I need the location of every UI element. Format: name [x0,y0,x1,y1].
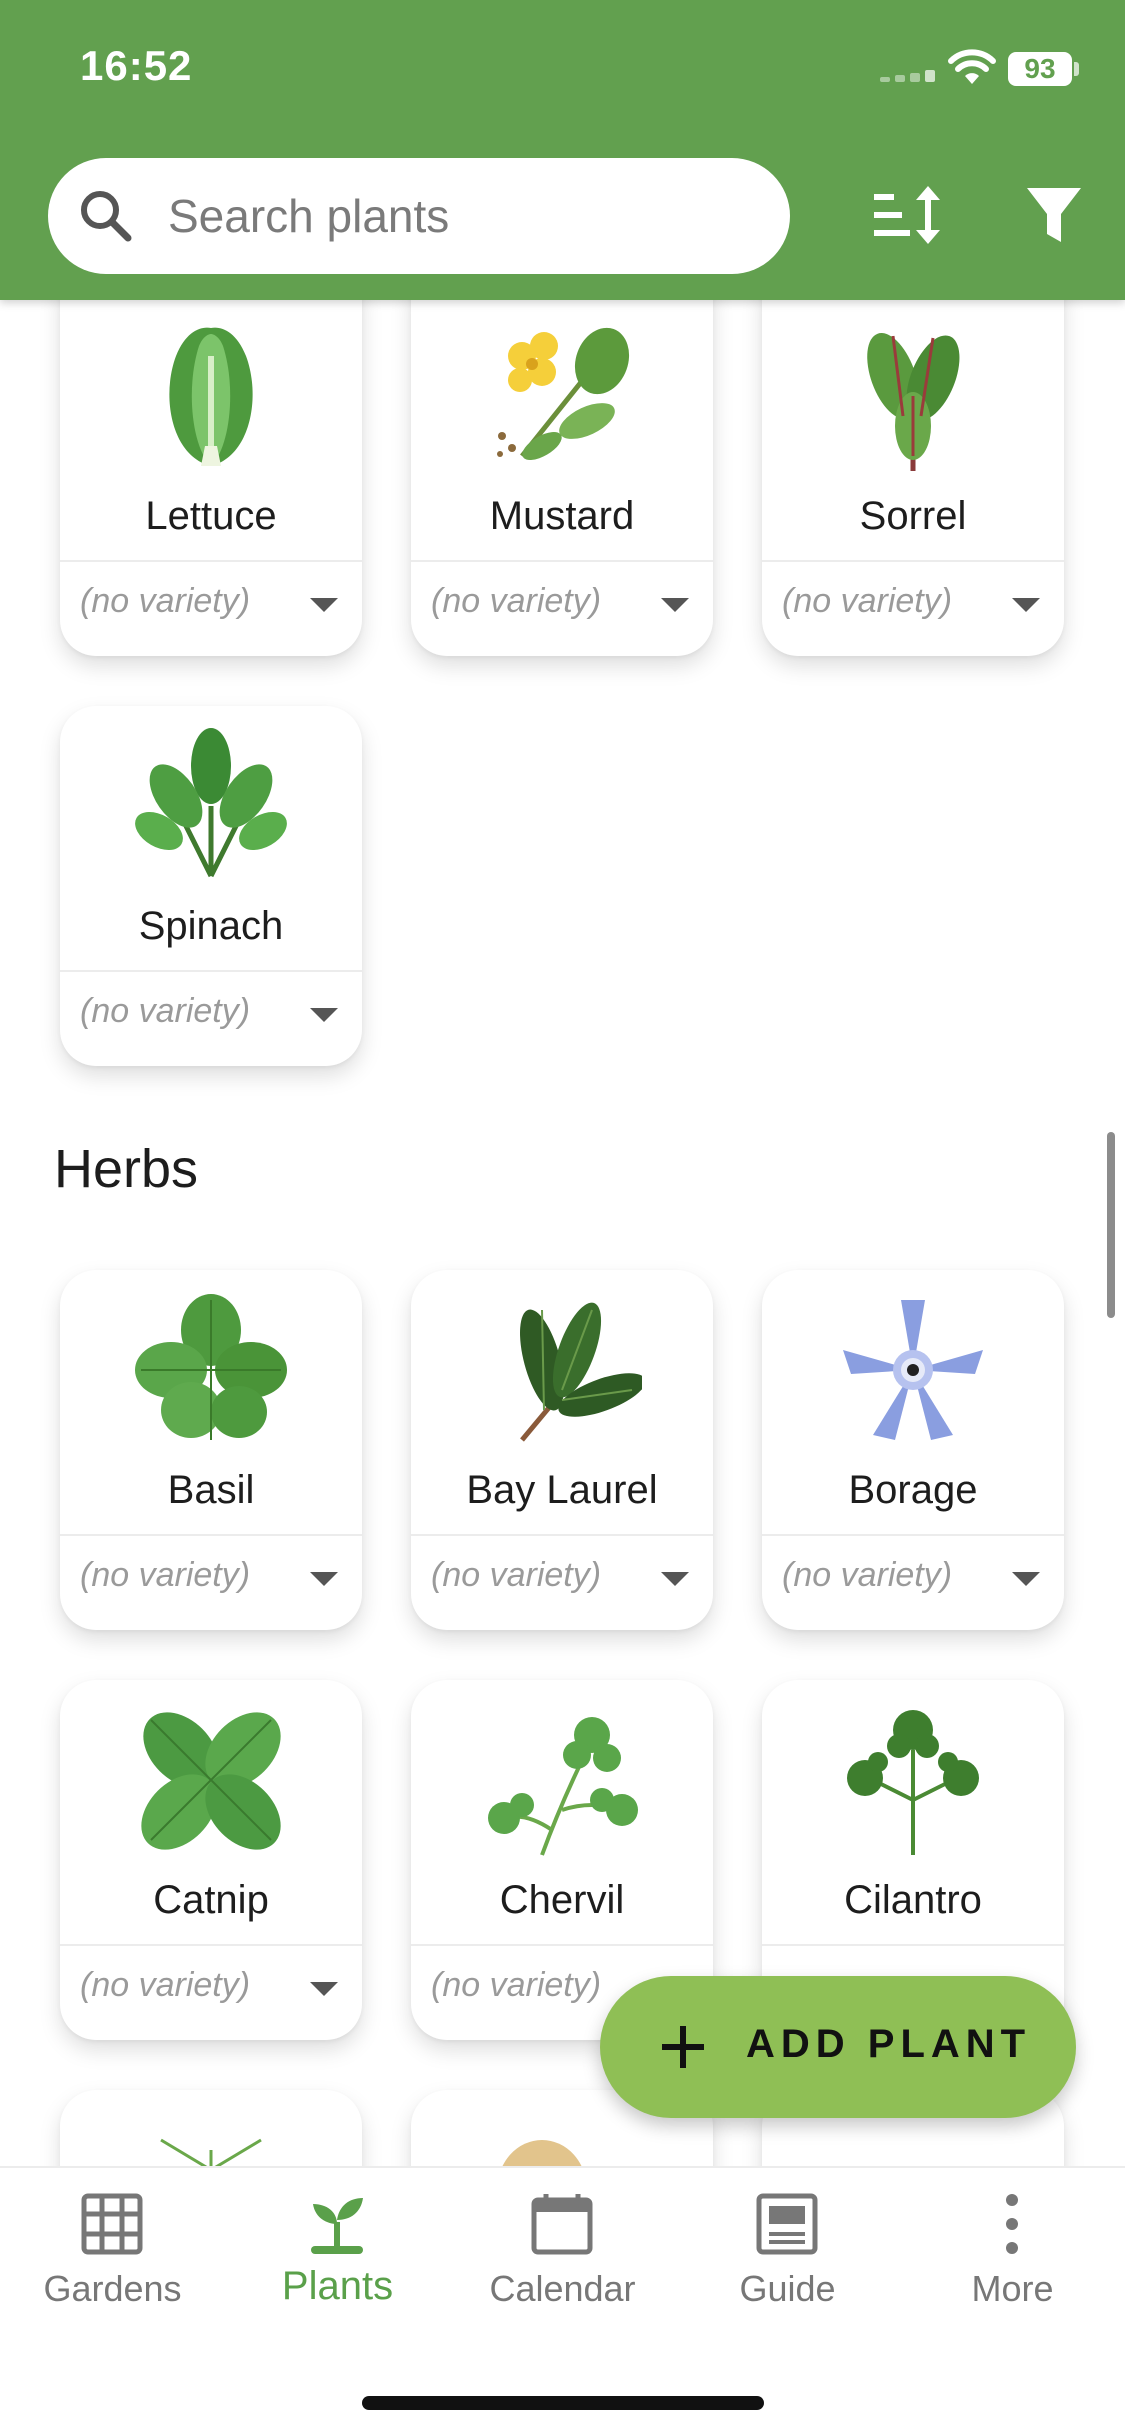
variety-selector[interactable]: (no variety) [80,582,250,621]
plant-name: Basil [167,1468,255,1512]
spinach-image [60,726,362,886]
nav-label: Guide [739,2268,836,2309]
chevron-down-icon[interactable] [310,1008,338,1022]
ginger-image [411,2110,713,2166]
chevron-down-icon[interactable] [310,598,338,612]
variety-selector[interactable]: (no variety) [80,1556,250,1595]
variety-selector[interactable]: (no variety) [80,1966,250,2005]
card-divider [60,970,362,972]
search-icon [81,191,132,242]
plant-name: Lettuce [145,494,277,538]
mustard-image [411,316,713,476]
card-divider [411,1944,713,1946]
chevron-down-icon[interactable] [310,1572,338,1586]
wifi-icon [948,49,996,84]
battery-level: 93 [1008,52,1072,86]
variety-selector[interactable]: (no variety) [431,1966,601,2005]
home-indicator [362,2396,764,2410]
nav-label: More [971,2268,1054,2309]
lemon-balm-image [762,2110,1064,2166]
plant-name: Catnip [153,1878,269,1922]
catnip-image [60,1700,362,1860]
calendar-icon [531,2194,593,2255]
plant-card-borage[interactable]: Borage (no variety) [762,1270,1064,1630]
card-divider [411,1534,713,1536]
add-plant-label: ADD PLANT [746,2022,1032,2066]
search-input[interactable] [168,186,748,246]
chevron-down-icon[interactable] [661,598,689,612]
plant-card-basil[interactable]: Basil (no variety) [60,1270,362,1630]
bottom-navigation: Gardens Plants Calendar Guide More [0,2166,1125,2436]
card-divider [762,1534,1064,1536]
variety-selector[interactable]: (no variety) [80,992,250,1031]
bay-laurel-image [411,1290,713,1450]
card-divider [60,560,362,562]
variety-selector[interactable]: (no variety) [782,582,952,621]
nav-item-more[interactable]: More [900,2192,1125,2312]
nav-item-gardens[interactable]: Gardens [0,2192,225,2312]
sort-icon[interactable] [872,182,942,248]
battery-tip [1074,62,1079,76]
plant-card-lettuce[interactable]: Lettuce (no variety) [60,300,362,656]
chevron-down-icon[interactable] [1012,598,1040,612]
card-divider [762,1944,1064,1946]
nav-label: Plants [281,2264,394,2308]
chevron-down-icon[interactable] [1012,1572,1040,1586]
add-plant-button[interactable]: ADD PLANT [600,1976,1076,2118]
variety-selector[interactable]: (no variety) [431,1556,601,1595]
more-vertical-icon [1006,2194,1018,2254]
plant-name: Borage [848,1468,978,1512]
guide-icon [756,2193,818,2255]
plant-name: Sorrel [859,494,967,538]
basil-image [60,1290,362,1450]
chervil-image [411,1700,713,1860]
cilantro-image [762,1700,1064,1860]
plant-name: Chervil [499,1878,625,1922]
sorrel-image [762,316,1064,476]
nav-item-calendar[interactable]: Calendar [450,2192,675,2312]
filter-icon[interactable] [1025,186,1083,246]
variety-selector[interactable]: (no variety) [782,1556,952,1595]
search-bar[interactable] [48,158,790,274]
plus-icon [662,2026,704,2068]
plant-card-catnip[interactable]: Catnip (no variety) [60,1680,362,2040]
plant-name: Spinach [138,904,284,948]
plant-card-sorrel[interactable]: Sorrel (no variety) [762,300,1064,656]
nav-label: Calendar [489,2268,636,2309]
status-time: 16:52 [80,42,193,89]
card-divider [60,1944,362,1946]
plant-name: Bay Laurel [466,1468,658,1512]
plant-list: Lettuce (no variety) Mustard (no variety… [0,300,1125,2166]
lettuce-image [60,316,362,476]
dill-image [60,2110,362,2166]
plant-card-mustard[interactable]: Mustard (no variety) [411,300,713,656]
nav-label: Gardens [43,2268,182,2309]
chevron-down-icon[interactable] [310,1982,338,1996]
plant-name: Mustard [489,494,635,538]
chevron-down-icon[interactable] [661,1572,689,1586]
sprout-icon [311,2198,363,2254]
section-title-herbs: Herbs [54,1139,199,1199]
nav-item-guide[interactable]: Guide [675,2192,900,2312]
borage-image [762,1290,1064,1450]
card-divider [411,560,713,562]
plant-name: Cilantro [844,1878,982,1922]
plant-card-dill[interactable] [60,2090,362,2166]
card-divider [60,1534,362,1536]
plant-card-spinach[interactable]: Spinach (no variety) [60,706,362,1066]
grid-icon [81,2193,143,2255]
variety-selector[interactable]: (no variety) [431,582,601,621]
card-divider [762,560,1064,562]
cellular-signal-icon [880,70,936,82]
app-header: 16:52 93 [0,0,1125,300]
plant-card-bay-laurel[interactable]: Bay Laurel (no variety) [411,1270,713,1630]
nav-item-plants[interactable]: Plants [225,2192,450,2312]
scrollbar[interactable] [1107,1132,1115,1318]
